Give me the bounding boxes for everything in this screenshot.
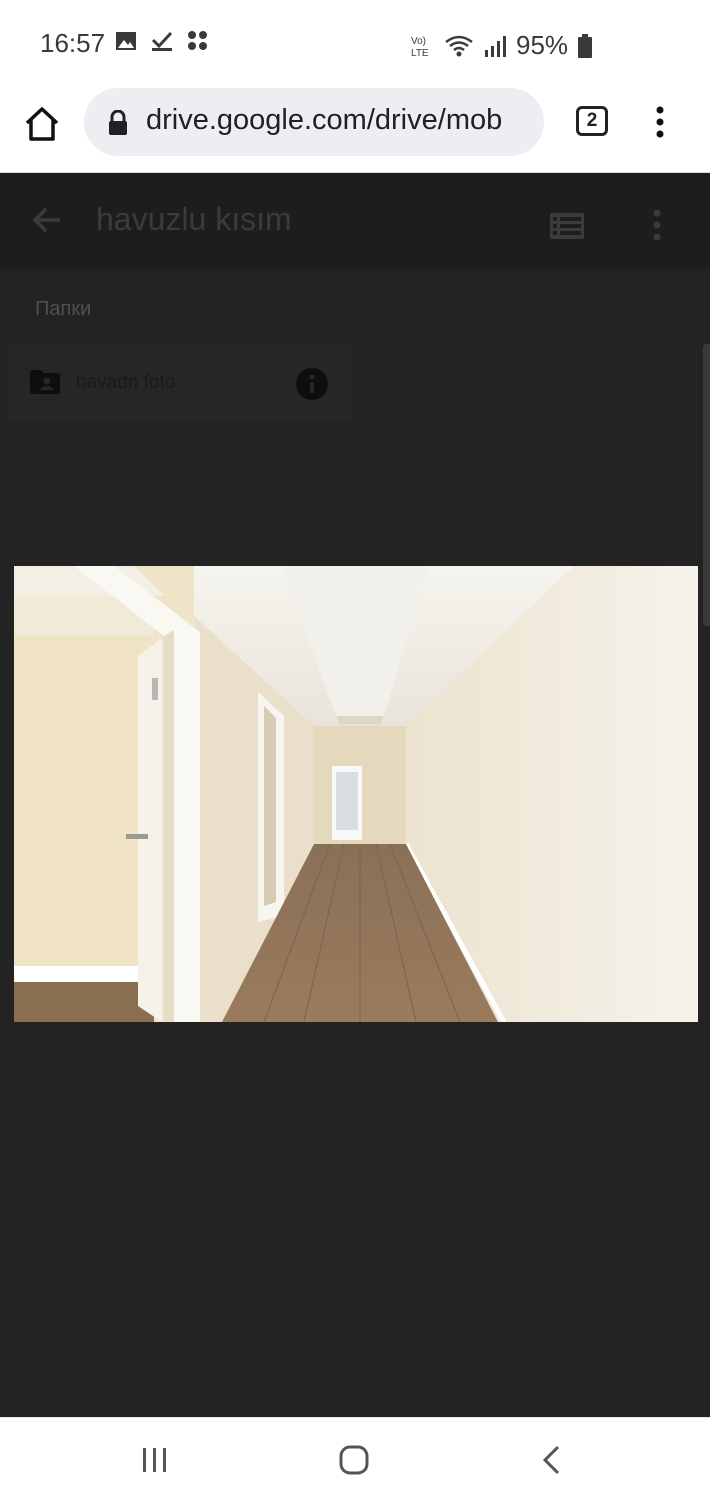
lock-icon (109, 110, 127, 135)
nav-back-button[interactable] (540, 1444, 562, 1481)
system-icons: Vo) LTE 95% (410, 30, 593, 61)
home-icon (339, 1445, 369, 1475)
recents-icon (143, 1448, 166, 1472)
browser-toolbar: drive.google.com/drive/mob 2 (0, 88, 710, 173)
folders-section-label: Папки (35, 298, 92, 320)
browser-menu-button[interactable] (650, 106, 670, 138)
folder-title: havuzlu kısım (96, 201, 292, 237)
battery-percent: 95% (516, 30, 569, 60)
arrow-back-icon (32, 207, 60, 233)
status-time: 16:57 (40, 28, 106, 58)
apps-icon (188, 31, 207, 50)
home-icon (25, 107, 59, 141)
hallway-photo[interactable] (14, 566, 698, 1022)
battery-icon (578, 33, 593, 58)
scrollbar[interactable] (703, 344, 710, 626)
signal-icon (485, 35, 506, 57)
image-icon (116, 32, 136, 50)
info-icon[interactable] (296, 368, 328, 400)
tab-switcher-button[interactable]: 2 (576, 106, 608, 136)
list-view-icon (550, 213, 584, 239)
back-button[interactable] (30, 203, 64, 242)
svg-text:Vo): Vo) (411, 36, 426, 47)
address-bar[interactable]: drive.google.com/drive/mob (84, 88, 544, 156)
browser-home-button[interactable] (22, 104, 62, 144)
back-icon (542, 1445, 560, 1475)
hallway-image (14, 566, 698, 1022)
folder-name: havadn foto (76, 372, 176, 393)
more-vert-icon (656, 106, 664, 138)
shared-folder-icon (30, 370, 60, 394)
check-download-icon (151, 31, 173, 51)
folder-item[interactable]: havadn foto (8, 344, 352, 422)
volte-icon: Vo)LTE (411, 36, 429, 59)
status-bar: 16:57 Vo) LTE 95% (0, 0, 710, 88)
drive-content: Папки havadn foto (0, 269, 710, 1417)
svg-text:LTE: LTE (411, 48, 429, 59)
recents-button[interactable] (141, 1447, 169, 1478)
url-text[interactable]: drive.google.com/drive/mob (146, 104, 531, 137)
more-vert-icon (653, 209, 661, 241)
drive-app-bar: havuzlu kısım (0, 173, 710, 269)
nav-home-button[interactable] (338, 1444, 370, 1481)
more-options-button[interactable] (650, 209, 664, 246)
list-view-button[interactable] (550, 213, 584, 244)
system-nav-bar (0, 1417, 710, 1501)
notification-icons (115, 30, 209, 52)
wifi-icon (445, 35, 473, 56)
